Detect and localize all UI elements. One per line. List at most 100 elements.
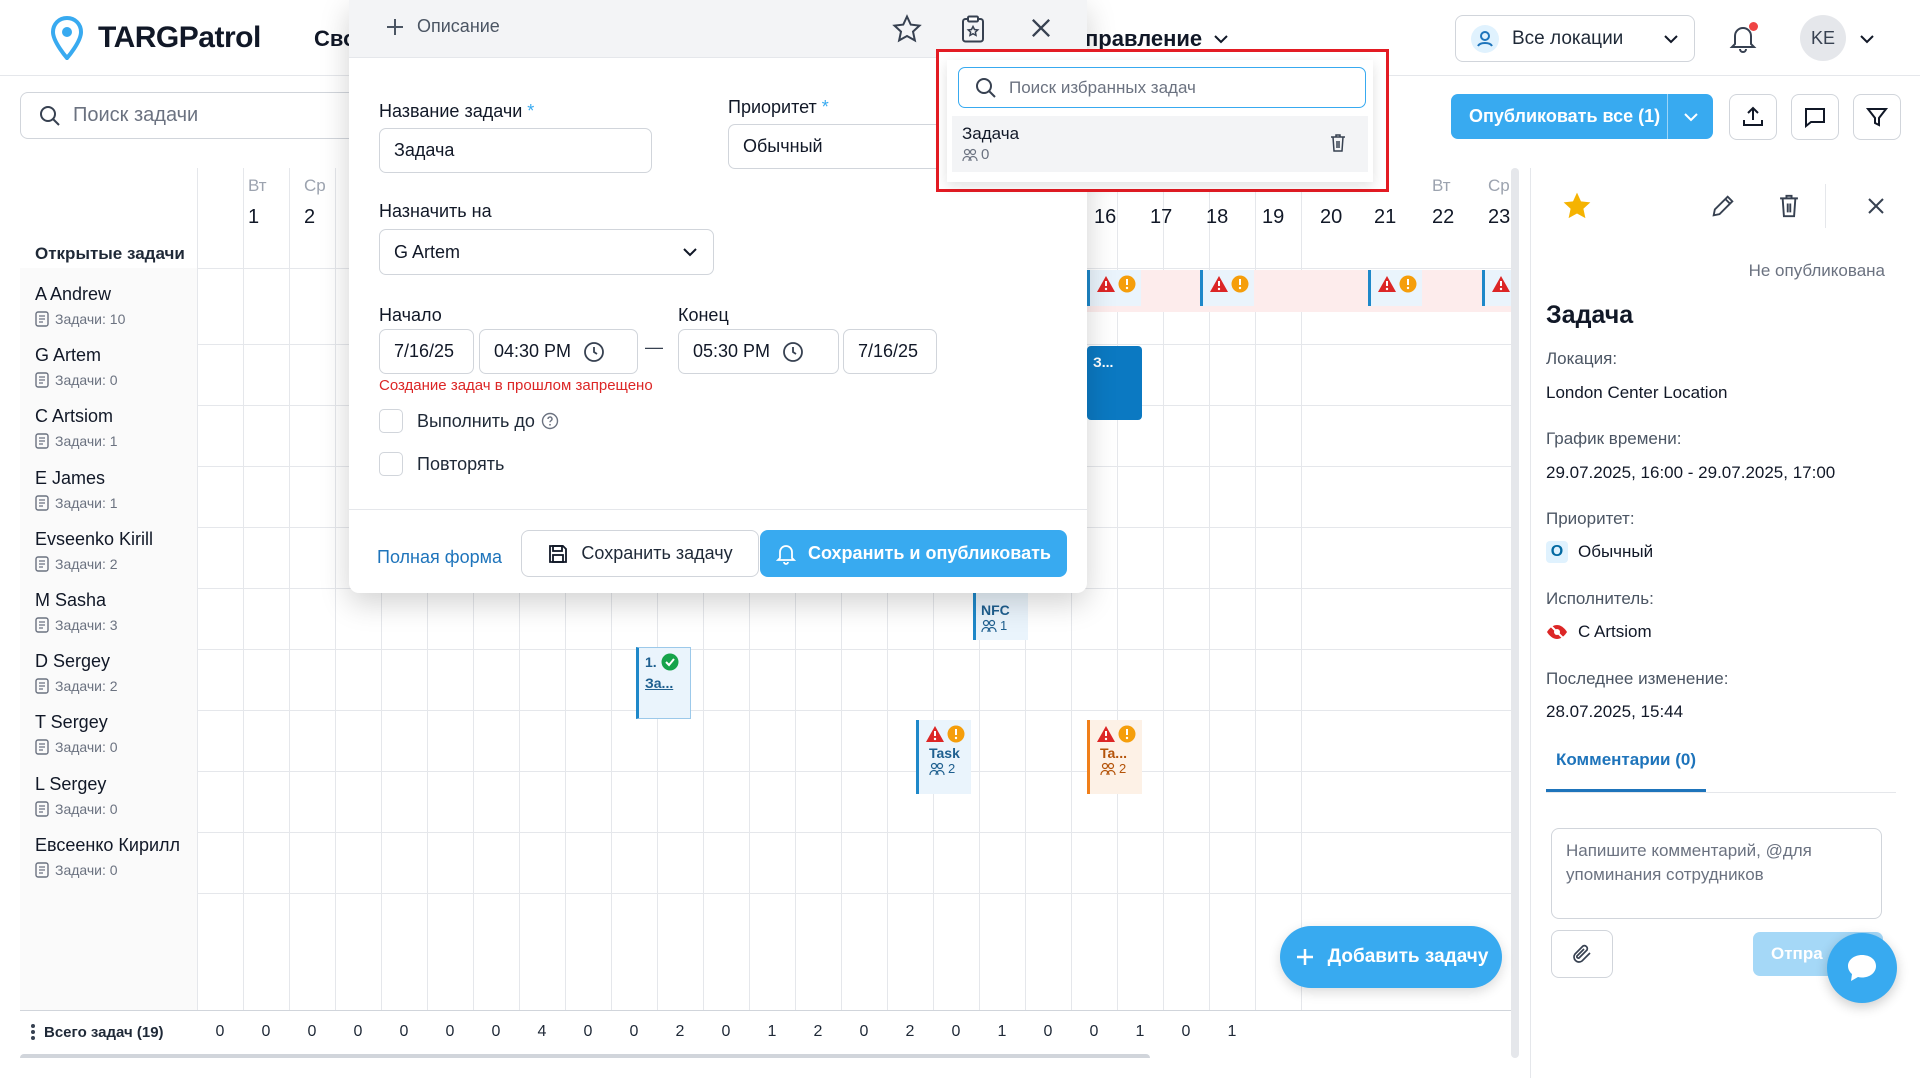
total-count: 0	[619, 1023, 649, 1041]
task-card[interactable]: Task 2	[916, 720, 971, 794]
employee-name: E James	[35, 468, 118, 489]
close-icon	[1027, 14, 1055, 42]
employee-task-count-text: Задачи: 1	[55, 433, 118, 449]
total-count: 2	[665, 1023, 695, 1041]
full-form-link[interactable]: Полная форма	[377, 547, 502, 568]
comment-input[interactable]: Напишите комментарий, @для упоминания со…	[1551, 828, 1882, 919]
employee-task-count-text: Задачи: 0	[55, 739, 118, 755]
location-select[interactable]: Все локации	[1455, 15, 1695, 62]
edit-task-button[interactable]	[1709, 192, 1737, 220]
assign-select[interactable]: G Artem	[379, 229, 714, 275]
total-count: 0	[205, 1023, 235, 1041]
range-dash: —	[645, 337, 663, 358]
checkbox-box[interactable]	[379, 409, 403, 433]
priority-value: O Обычный	[1546, 541, 1653, 563]
favorites-clipboard-button[interactable]	[958, 14, 988, 44]
start-time-input[interactable]: 04:30 PM	[479, 329, 638, 374]
task-card[interactable]	[1200, 270, 1254, 306]
employee-task-count: Задачи: 2	[35, 678, 118, 694]
do-until-checkbox[interactable]: Выполнить до	[379, 409, 559, 433]
favorite-task-assignees: 0	[962, 146, 989, 163]
employee-row[interactable]: D SergeyЗадачи: 2	[35, 651, 118, 694]
divider	[1825, 184, 1826, 228]
user-menu-chevron[interactable]	[1858, 30, 1876, 48]
total-count: 0	[573, 1023, 603, 1041]
employee-task-count-text: Задачи: 2	[55, 678, 118, 694]
close-panel-button[interactable]	[1864, 194, 1888, 218]
attach-button[interactable]	[1551, 930, 1613, 978]
start-label: Начало	[379, 305, 442, 326]
favorite-task-item[interactable]: Задача 0	[952, 116, 1368, 172]
checkbox-box[interactable]	[379, 452, 403, 476]
task-card[interactable]	[1087, 270, 1141, 306]
add-description-label: Описание	[417, 16, 500, 37]
repeat-checkbox[interactable]: Повторять	[379, 452, 504, 476]
favorites-search-input[interactable]: Поиск избранных задач	[958, 67, 1366, 108]
logo[interactable]: TARGPatrol	[50, 16, 261, 60]
task-card[interactable]	[1368, 270, 1422, 306]
start-date-input[interactable]: 7/16/25	[379, 329, 474, 374]
task-card[interactable]: 1. За...	[636, 647, 691, 719]
employee-row[interactable]: T SergeyЗадачи: 0	[35, 712, 118, 755]
totals-row: Всего задач (19) 00000004002012020100101	[20, 1010, 1515, 1054]
end-date-input[interactable]: 7/16/25	[843, 329, 937, 374]
location-value: London Center Location	[1546, 383, 1727, 403]
search-icon	[975, 77, 997, 99]
employee-row[interactable]: L SergeyЗадачи: 0	[35, 774, 118, 817]
task-name-input[interactable]: Задача	[379, 128, 652, 173]
delete-favorite-button[interactable]	[1328, 132, 1348, 154]
total-count: 4	[527, 1023, 557, 1041]
employee-row[interactable]: Evseenko KirillЗадачи: 2	[35, 529, 153, 572]
user-avatar[interactable]: KE	[1800, 15, 1846, 61]
vertical-scrollbar[interactable]	[1511, 168, 1519, 1058]
help-circle-icon[interactable]	[541, 412, 559, 430]
employee-row[interactable]: A AndrewЗадачи: 10	[35, 284, 125, 327]
priority-badge: O	[1546, 541, 1568, 563]
warning-circle-icon	[1399, 275, 1417, 293]
employee-row[interactable]: M SashaЗадачи: 3	[35, 590, 118, 633]
vertical-dots-icon[interactable]	[30, 1023, 36, 1041]
employee-row[interactable]: Евсеенко КириллЗадачи: 0	[35, 835, 180, 878]
employee-row[interactable]: E JamesЗадачи: 1	[35, 468, 118, 511]
chevron-down-icon	[1662, 30, 1680, 48]
total-count: 0	[389, 1023, 419, 1041]
comments-button[interactable]	[1791, 94, 1839, 140]
end-time-input[interactable]: 05:30 PM	[678, 329, 839, 374]
location-label: Локация:	[1546, 349, 1617, 369]
priority-label: Приоритет *	[728, 97, 829, 118]
favorite-toggle[interactable]	[1561, 190, 1593, 222]
tab-comments[interactable]: Комментарии (0)	[1546, 748, 1706, 792]
delete-task-button[interactable]	[1776, 192, 1802, 220]
task-card-count: 2	[948, 761, 955, 776]
total-count: 0	[711, 1023, 741, 1041]
people-icon	[981, 619, 997, 633]
chat-support-button[interactable]	[1827, 933, 1897, 1003]
favorite-task-count: 0	[981, 146, 989, 163]
task-name-label: Название задачи *	[379, 101, 534, 122]
priority-select[interactable]: Обычный	[728, 124, 948, 169]
add-task-button[interactable]: Добавить задачу	[1280, 926, 1502, 988]
publish-dropdown-toggle[interactable]	[1667, 94, 1713, 139]
export-button[interactable]	[1729, 94, 1777, 140]
task-card[interactable]: Ta... 2	[1087, 720, 1142, 794]
validation-error: Создание задач в прошлом запрещено	[379, 377, 653, 394]
plus-icon	[385, 17, 405, 37]
employee-row[interactable]: C ArtsiomЗадачи: 1	[35, 406, 118, 449]
chat-bubble-icon	[1845, 952, 1879, 984]
save-and-publish-button[interactable]: Сохранить и опубликовать	[760, 530, 1067, 577]
warning-circle-icon	[947, 725, 965, 743]
employee-row[interactable]: G ArtemЗадачи: 0	[35, 345, 118, 388]
filter-button[interactable]	[1853, 94, 1901, 140]
notifications-button[interactable]	[1728, 22, 1758, 54]
task-search-input[interactable]: Поиск задачи	[20, 92, 360, 139]
grid-row-line	[20, 710, 1515, 711]
publish-all-button[interactable]: Опубликовать все (1)	[1451, 94, 1713, 139]
horizontal-scrollbar[interactable]	[20, 1054, 1150, 1058]
add-description-button[interactable]: Описание	[385, 16, 500, 37]
grid-column-line	[335, 168, 336, 1010]
task-card[interactable]: З...	[1087, 346, 1142, 420]
favorite-star-button[interactable]	[892, 14, 922, 44]
save-task-button[interactable]: Сохранить задачу	[521, 530, 759, 577]
total-count: 0	[251, 1023, 281, 1041]
close-modal-button[interactable]	[1027, 14, 1055, 42]
